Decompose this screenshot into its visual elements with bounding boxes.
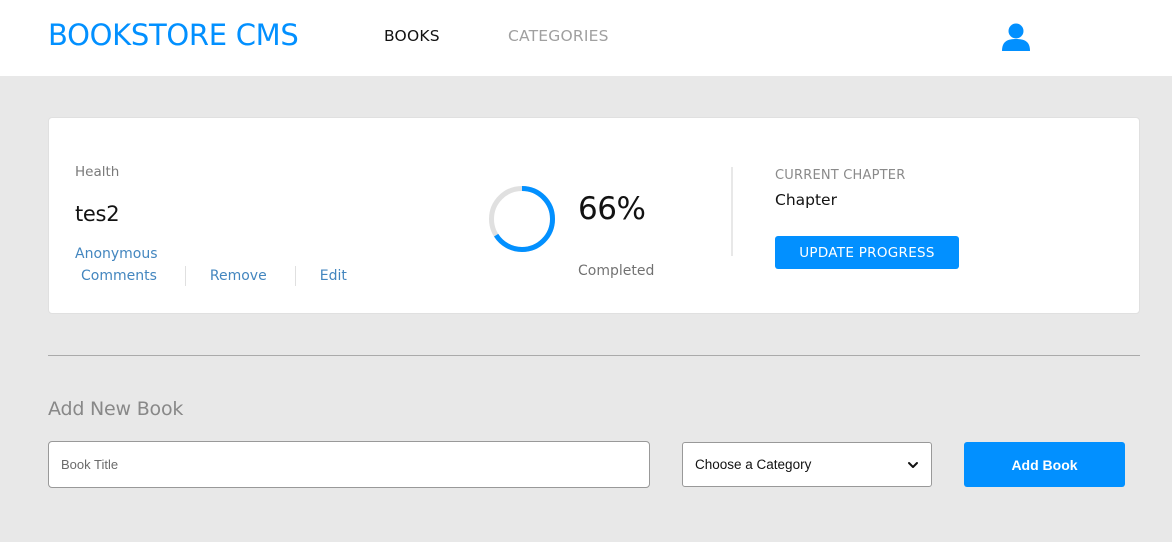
user-icon[interactable] [1000, 22, 1032, 52]
comments-button[interactable]: Comments [75, 268, 185, 284]
book-title: tes2 [75, 202, 120, 226]
progress-percent: 66% [578, 191, 646, 227]
book-genre: Health [75, 164, 120, 180]
top-navbar: BOOKSTORE CMS BOOKS CATEGORIES [0, 0, 1172, 76]
category-select[interactable]: Choose a Category [682, 442, 932, 487]
book-actions: Comments Remove Edit [75, 266, 353, 286]
category-select-value: Choose a Category [695, 457, 812, 472]
current-chapter-label: CURRENT CHAPTER [775, 168, 906, 183]
book-title-input[interactable] [48, 441, 650, 488]
book-author[interactable]: Anonymous [75, 246, 158, 262]
progress-ring [489, 186, 555, 252]
book-card: Health tes2 Anonymous Comments Remove Ed… [48, 117, 1140, 314]
section-divider [48, 355, 1140, 356]
add-book-button[interactable]: Add Book [964, 442, 1125, 487]
update-progress-button[interactable]: UPDATE PROGRESS [775, 236, 959, 269]
form-title: Add New Book [48, 398, 184, 420]
remove-button[interactable]: Remove [186, 268, 295, 284]
nav-link-books[interactable]: BOOKS [384, 27, 440, 45]
chevron-down-icon [908, 461, 918, 468]
edit-button[interactable]: Edit [296, 268, 353, 284]
progress-completed-label: Completed [578, 263, 655, 279]
current-chapter-value: Chapter [775, 191, 837, 209]
nav-link-categories[interactable]: CATEGORIES [508, 27, 609, 45]
brand-logo-text[interactable]: BOOKSTORE CMS [48, 18, 299, 52]
card-divider [731, 167, 733, 256]
